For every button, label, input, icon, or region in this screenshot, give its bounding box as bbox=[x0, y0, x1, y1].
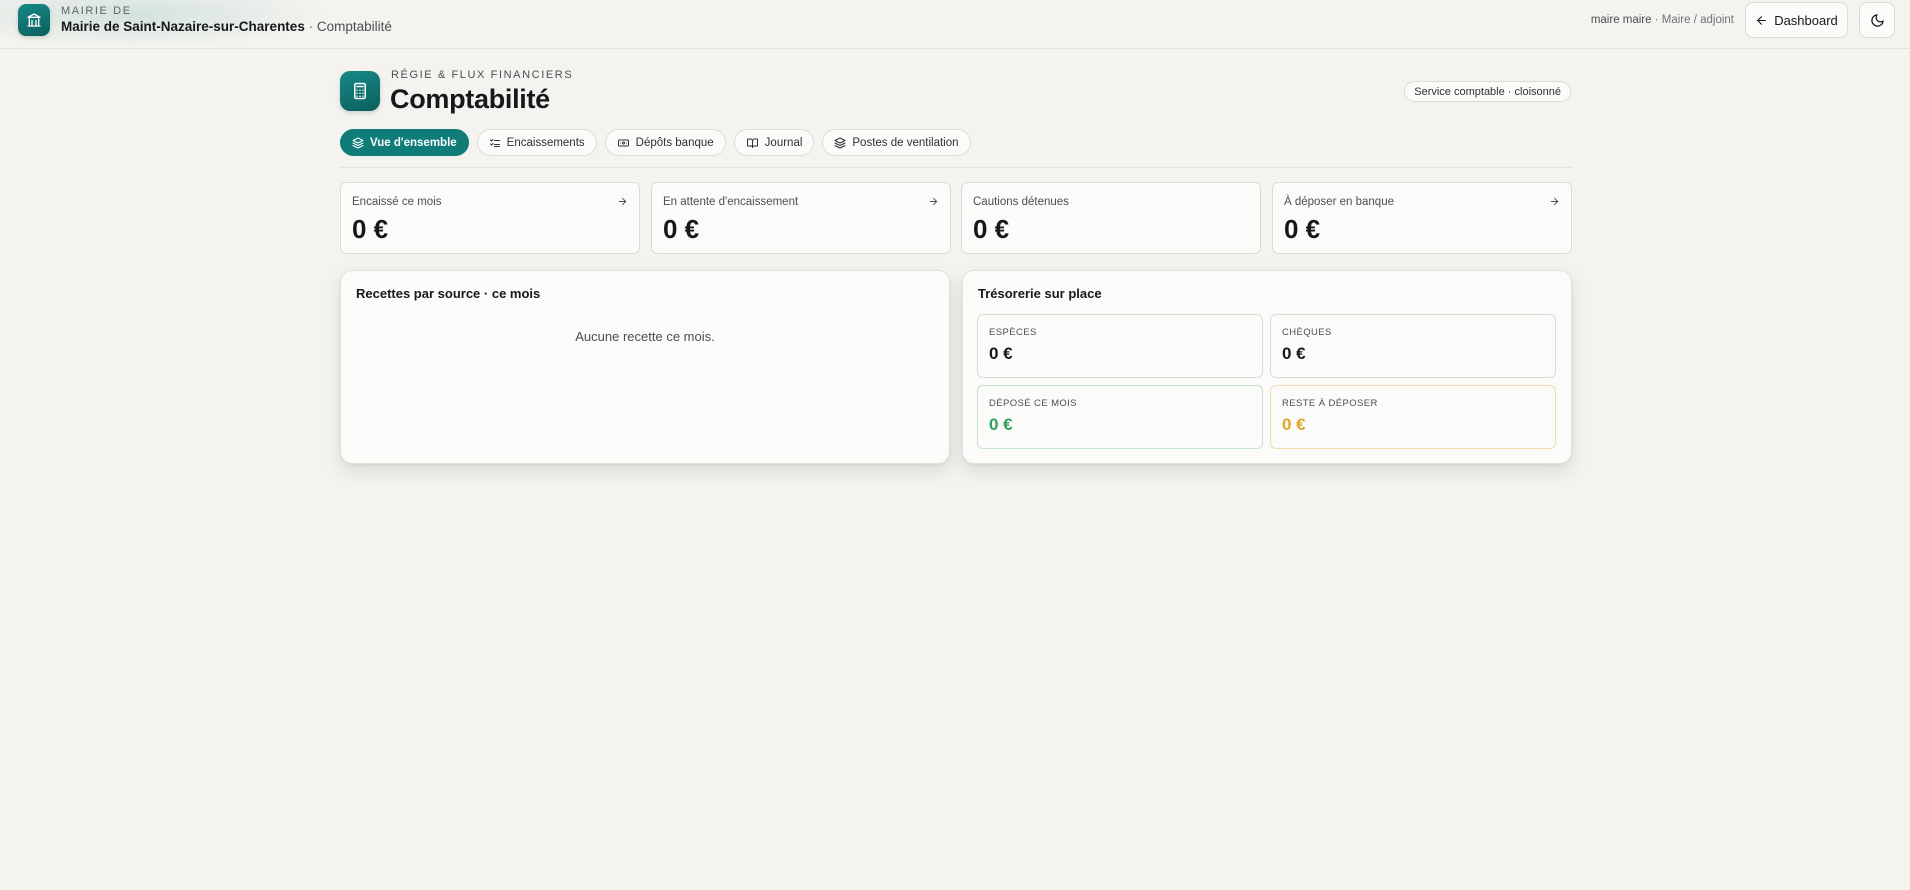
municipality-name: Mairie de Saint-Nazaire-sur-Charentes bbox=[61, 19, 305, 34]
stat-label: Encaissé ce mois bbox=[352, 196, 442, 208]
arrow-right-icon bbox=[1550, 197, 1559, 206]
bank-building-icon[interactable] bbox=[18, 4, 50, 36]
stat-label: À déposer en banque bbox=[1284, 196, 1394, 208]
stat-value: 0 € bbox=[352, 214, 389, 244]
stat-card-encaisse[interactable]: Encaissé ce mois 0 € bbox=[340, 182, 640, 254]
page-kicker: RÉGIE & FLUX FINANCIERS bbox=[391, 69, 574, 81]
calculator-icon bbox=[340, 71, 380, 111]
brand-kicker: MAIRIE DE bbox=[61, 5, 132, 17]
stat-label: En attente d'encaissement bbox=[663, 196, 799, 208]
top-bar: MAIRIE DE Mairie de Saint-Nazaire-sur-Ch… bbox=[0, 0, 1910, 49]
tresorerie-panel: Trésorerie sur place ESPÈCES 0 € CHÈQUES… bbox=[962, 270, 1572, 464]
tresorerie-label: DÉPOSÉ CE MOIS bbox=[989, 398, 1077, 409]
brand-separator: · bbox=[304, 19, 317, 34]
recettes-panel: Recettes par source · ce mois Aucune rec… bbox=[340, 270, 950, 464]
tab-depots-banque[interactable]: Dépôts banque bbox=[604, 129, 726, 156]
arrow-left-icon bbox=[1757, 15, 1767, 25]
tab-encaissements[interactable]: Encaissements bbox=[476, 129, 597, 156]
tresorerie-value: 0 € bbox=[1282, 415, 1306, 434]
dashboard-button[interactable]: Dashboard bbox=[1745, 2, 1848, 38]
stat-value: 0 € bbox=[1284, 214, 1321, 244]
list-checks-icon bbox=[489, 138, 500, 147]
tresorerie-card-reste: RESTE À DÉPOSER 0 € bbox=[1270, 385, 1556, 449]
stat-value: 0 € bbox=[973, 214, 1010, 244]
tresorerie-label: CHÈQUES bbox=[1282, 327, 1332, 338]
tresorerie-label: RESTE À DÉPOSER bbox=[1282, 398, 1378, 409]
theme-toggle-button[interactable] bbox=[1859, 2, 1895, 38]
layers-icon bbox=[834, 137, 846, 148]
empty-state-text: Aucune recette ce mois. bbox=[575, 329, 715, 344]
tresorerie-card-cheques: CHÈQUES 0 € bbox=[1270, 314, 1556, 378]
tab-postes-ventilation[interactable]: Postes de ventilation bbox=[822, 129, 971, 156]
stat-card-a-deposer[interactable]: À déposer en banque 0 € bbox=[1272, 182, 1572, 254]
panel-title: Trésorerie sur place bbox=[978, 286, 1102, 301]
banknote-icon bbox=[617, 139, 629, 146]
stat-card-en-attente[interactable]: En attente d'encaissement 0 € bbox=[651, 182, 951, 254]
page-title: Comptabilité bbox=[390, 84, 550, 114]
arrow-right-icon bbox=[929, 197, 938, 206]
tresorerie-label: ESPÈCES bbox=[989, 327, 1037, 338]
section-tabs: Vue d'ensemble Encaissements Dépôts banq… bbox=[340, 129, 971, 156]
tab-journal[interactable]: Journal bbox=[733, 129, 815, 156]
user-name: maire maire bbox=[1590, 14, 1652, 26]
dashboard-label: Dashboard bbox=[1774, 12, 1838, 28]
layers-icon bbox=[352, 137, 364, 148]
stat-value: 0 € bbox=[663, 214, 700, 244]
user-role: · Maire / adjoint bbox=[1651, 14, 1734, 26]
user-info: maire maire · Maire / adjoint bbox=[1591, 14, 1734, 26]
tabs-divider bbox=[340, 167, 1572, 168]
book-open-icon bbox=[746, 138, 758, 148]
tab-label: Vue d'ensemble bbox=[370, 136, 457, 149]
stat-label: Cautions détenues bbox=[973, 196, 1069, 208]
tab-label: Postes de ventilation bbox=[852, 136, 959, 149]
tab-label: Encaissements bbox=[506, 136, 585, 149]
service-scope-badge: Service comptable · cloisonné bbox=[1404, 81, 1571, 102]
tresorerie-value: 0 € bbox=[989, 415, 1013, 434]
brand-line: Mairie de Saint-Nazaire-sur-Charentes · … bbox=[61, 19, 392, 34]
stat-card-cautions: Cautions détenues 0 € bbox=[961, 182, 1261, 254]
tab-label: Journal bbox=[764, 136, 803, 149]
tresorerie-value: 0 € bbox=[1282, 344, 1306, 363]
moon-icon bbox=[1870, 13, 1884, 27]
tresorerie-value: 0 € bbox=[989, 344, 1013, 363]
brand-section: Comptabilité bbox=[316, 19, 392, 34]
arrow-right-icon bbox=[618, 197, 627, 206]
tab-label: Dépôts banque bbox=[635, 136, 714, 149]
tresorerie-card-especes: ESPÈCES 0 € bbox=[977, 314, 1263, 378]
tab-vue-ensemble[interactable]: Vue d'ensemble bbox=[340, 129, 469, 156]
tresorerie-card-depose: DÉPOSÉ CE MOIS 0 € bbox=[977, 385, 1263, 449]
panel-title: Recettes par source · ce mois bbox=[356, 286, 541, 301]
